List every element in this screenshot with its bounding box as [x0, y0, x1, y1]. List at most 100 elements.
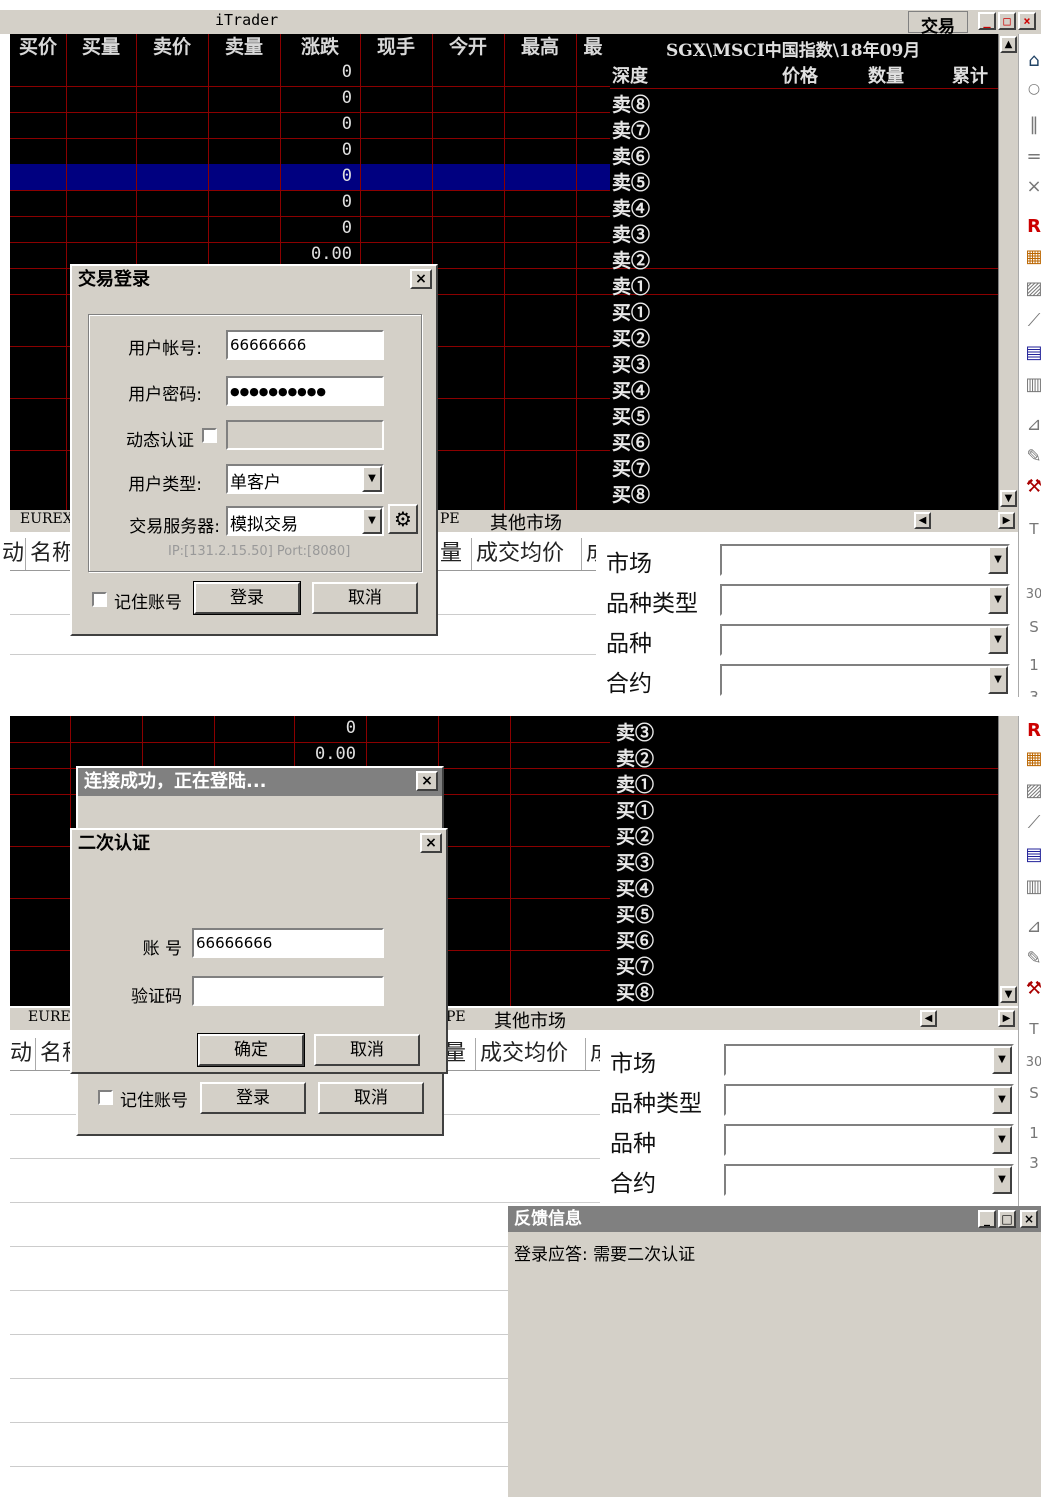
grid-icon[interactable]: ▦ — [1023, 748, 1041, 770]
tool-icon[interactable]: ⚒ — [1023, 476, 1041, 498]
tab-scroll-left-icon[interactable]: ◀ — [914, 512, 931, 529]
tab-letter[interactable]: 3 — [1023, 686, 1041, 697]
product-type-select[interactable]: ▼ — [724, 1084, 1014, 1116]
col-header[interactable]: 成交均价 — [472, 538, 582, 570]
depth-scrollbar[interactable]: ▲ ▼ — [998, 34, 1018, 512]
chevron-down-icon[interactable]: ▼ — [992, 1126, 1012, 1154]
product-select[interactable]: ▼ — [720, 624, 1010, 656]
close-icon[interactable]: × — [1020, 1210, 1038, 1228]
chevron-down-icon[interactable]: ▼ — [988, 586, 1008, 614]
col-header[interactable]: 动 — [0, 538, 26, 570]
equals-icon[interactable]: = — [1023, 146, 1041, 168]
col-header[interactable]: 买量 — [66, 34, 136, 60]
maximize-icon[interactable]: □ — [998, 12, 1016, 30]
tab-eurex[interactable]: EUREX — [20, 511, 73, 527]
scroll-up-icon[interactable]: ▲ — [1000, 36, 1017, 53]
chevron-down-icon[interactable]: ▼ — [992, 1166, 1012, 1194]
col-header[interactable]: 涨跌 — [280, 34, 360, 60]
contract-select[interactable]: ▼ — [724, 1164, 1014, 1196]
chevron-down-icon[interactable]: ▼ — [988, 666, 1008, 694]
minimize-icon[interactable]: _ — [978, 1210, 996, 1228]
search-icon[interactable]: ○ — [1023, 78, 1041, 100]
close-icon[interactable]: × — [420, 833, 442, 853]
market-select[interactable]: ▼ — [724, 1044, 1014, 1076]
remember-checkbox[interactable] — [92, 592, 107, 607]
tab-letter[interactable]: 30 — [1023, 584, 1041, 606]
tab-letter[interactable]: 1 — [1023, 654, 1041, 676]
cancel-button[interactable]: 取消 — [318, 1082, 424, 1114]
doc-icon[interactable]: ▥ — [1023, 876, 1041, 898]
product-type-select[interactable]: ▼ — [720, 584, 1010, 616]
tab-pe[interactable]: PE — [440, 511, 460, 527]
chart-icon[interactable]: ▨ — [1023, 278, 1041, 300]
col-header[interactable]: 卖价 — [136, 34, 208, 60]
line-chart-icon[interactable]: ⟋ — [1023, 812, 1041, 834]
depth-panel[interactable]: SGX\MSCI中国指数\18年09月 深度 价格 数量 累计 卖⑧ 卖⑦ 卖⑥… — [610, 34, 998, 512]
trade-button[interactable]: 交易 — [908, 11, 968, 37]
gear-icon[interactable]: ⚙ — [388, 504, 418, 534]
stats-icon[interactable]: ⊿ — [1023, 916, 1041, 938]
cancel-button[interactable]: 取消 — [314, 1034, 420, 1066]
depth-panel[interactable]: 卖③ 卖② 卖① 买① 买② 买③ 买④ 买⑤ 买⑥ 买⑦ 买⑧ — [610, 716, 998, 1006]
col-header[interactable]: 今开 — [432, 34, 504, 60]
account-input[interactable] — [192, 928, 384, 958]
chevron-down-icon[interactable]: ▼ — [992, 1046, 1012, 1074]
tool-icon[interactable]: ⚒ — [1023, 978, 1041, 1000]
list-icon[interactable]: ▤ — [1023, 844, 1041, 866]
scroll-down-icon[interactable]: ▼ — [1000, 490, 1017, 507]
pen-icon[interactable]: ✎ — [1023, 446, 1041, 468]
tab-letter[interactable]: T — [1023, 518, 1041, 540]
maximize-icon[interactable]: □ — [998, 1210, 1016, 1228]
col-header[interactable]: 现手 — [360, 34, 432, 60]
server-select[interactable]: 模拟交易 ▼ — [226, 506, 384, 536]
tab-letter[interactable]: S — [1023, 1082, 1041, 1104]
product-select[interactable]: ▼ — [724, 1124, 1014, 1156]
minimize-icon[interactable]: _ — [978, 12, 996, 30]
cross-icon[interactable]: × — [1023, 176, 1041, 198]
close-icon[interactable]: × — [416, 771, 438, 791]
tab-letter[interactable]: S — [1023, 616, 1041, 638]
close-icon[interactable]: × — [410, 269, 432, 289]
tab-scroll-right-icon[interactable]: ▶ — [998, 1010, 1015, 1027]
user-type-select[interactable]: 单客户 ▼ — [226, 464, 384, 494]
scroll-down-icon[interactable]: ▼ — [1000, 986, 1017, 1003]
chart-icon[interactable]: ▨ — [1023, 780, 1041, 802]
tab-pe[interactable]: PE — [446, 1009, 466, 1025]
r-icon[interactable]: R — [1023, 720, 1041, 742]
col-header[interactable]: 买价 — [10, 34, 66, 60]
pause-icon[interactable]: ‖ — [1023, 114, 1041, 136]
pen-icon[interactable]: ✎ — [1023, 948, 1041, 970]
confirm-button[interactable]: 确定 — [197, 1033, 305, 1067]
col-header[interactable]: 卖量 — [208, 34, 280, 60]
tab-eurex[interactable]: EURE — [28, 1009, 71, 1025]
tab-scroll-right-icon[interactable]: ▶ — [998, 512, 1015, 529]
grid-icon[interactable]: ▦ — [1023, 246, 1041, 268]
login-button[interactable]: 登录 — [200, 1082, 306, 1114]
col-header[interactable]: 最 — [576, 34, 610, 60]
col-header[interactable]: 动 — [6, 1038, 36, 1070]
tab-letter[interactable]: 3 — [1023, 1152, 1041, 1174]
login-button[interactable]: 登录 — [193, 581, 301, 615]
verification-code-input[interactable] — [192, 976, 384, 1006]
col-header[interactable]: 最高 — [504, 34, 576, 60]
remember-checkbox[interactable] — [98, 1090, 113, 1105]
chevron-down-icon[interactable]: ▼ — [988, 546, 1008, 574]
tab-other-markets[interactable]: 其他市场 — [490, 509, 562, 535]
dynamic-auth-input[interactable] — [226, 420, 384, 450]
chevron-down-icon[interactable]: ▼ — [988, 626, 1008, 654]
stats-icon[interactable]: ⊿ — [1023, 414, 1041, 436]
depth-scrollbar[interactable]: ▼ — [998, 716, 1018, 1006]
home-icon[interactable]: ⌂ — [1023, 50, 1041, 72]
password-input[interactable]: ●●●●●●●●●● — [226, 376, 384, 406]
tab-scroll-left-icon[interactable]: ◀ — [920, 1010, 937, 1027]
cancel-button[interactable]: 取消 — [312, 582, 418, 614]
doc-icon[interactable]: ▥ — [1023, 374, 1041, 396]
chevron-down-icon[interactable]: ▼ — [362, 508, 382, 534]
tab-letter[interactable]: T — [1023, 1018, 1041, 1040]
tab-other-markets[interactable]: 其他市场 — [494, 1007, 566, 1033]
line-chart-icon[interactable]: ⟋ — [1023, 310, 1041, 332]
account-input[interactable] — [226, 330, 384, 360]
col-header[interactable]: 成交均价 — [476, 1038, 586, 1070]
close-icon[interactable]: × — [1018, 12, 1036, 30]
chevron-down-icon[interactable]: ▼ — [362, 466, 382, 492]
